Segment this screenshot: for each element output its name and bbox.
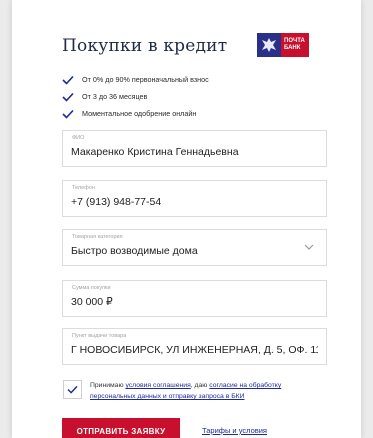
eagle-emblem-icon — [257, 33, 281, 57]
category-value[interactable]: Быстро возводимые дома — [71, 245, 318, 257]
benefit-item: От 3 до 36 месяцев — [62, 88, 209, 105]
consent-text: Принимаю условия соглашения, даю согласи… — [90, 380, 300, 402]
category-select[interactable]: Товарная категория Быстро возводимые дом… — [62, 229, 327, 266]
consent-block: Принимаю условия соглашения, даю согласи… — [63, 380, 300, 402]
phone-field[interactable]: Телефон +7 (913) 948-77-54 — [62, 180, 327, 217]
logo-wordmark: ПОЧТА БАНК — [281, 33, 309, 57]
benefits-list: От 0% до 90% первоначальный взнос От 3 д… — [62, 71, 209, 122]
checkmark-icon — [67, 385, 78, 394]
consent-checkbox[interactable] — [63, 380, 82, 399]
submit-application-button[interactable]: ОТПРАВИТЬ ЗАЯВКУ — [62, 418, 180, 438]
benefit-item: Моментальное одобрение онлайн — [62, 105, 209, 122]
logo-text-line2: БАНК — [284, 45, 301, 51]
category-label: Товарная категория — [72, 234, 123, 240]
consent-prefix: Принимаю — [90, 382, 126, 389]
fio-label: ФИО — [72, 135, 85, 141]
pickup-point-field[interactable]: Пункт выдачи товара Г НОВОСИБИРСК, УЛ ИН… — [62, 328, 327, 365]
credit-form-card: Покупки в кредит ПОЧТА БАНК От 0% до 90%… — [12, 0, 361, 438]
agreement-terms-link[interactable]: условия соглашения — [125, 382, 190, 389]
logo-text-line1: ПОЧТА — [284, 38, 305, 44]
chevron-down-icon[interactable] — [304, 244, 314, 251]
checkmark-icon — [62, 75, 74, 85]
pickup-label: Пункт выдачи товара — [72, 333, 127, 339]
benefit-text: От 0% до 90% первоначальный взнос — [82, 75, 209, 84]
amount-value[interactable]: 30 000 ₽ — [71, 296, 318, 308]
amount-field[interactable]: Сумма покупки 30 000 ₽ — [62, 280, 327, 317]
consent-middle: , даю — [190, 382, 210, 389]
pochta-bank-logo: ПОЧТА БАНК — [257, 32, 309, 58]
fio-value[interactable]: Макаренко Кристина Геннадьевна — [71, 146, 318, 158]
fio-field[interactable]: ФИО Макаренко Кристина Геннадьевна — [62, 130, 327, 167]
phone-label: Телефон — [72, 185, 95, 191]
tariffs-link[interactable]: Тарифы и условия — [202, 426, 267, 435]
checkmark-icon — [62, 109, 74, 119]
amount-label: Сумма покупки — [72, 285, 111, 291]
benefit-text: Моментальное одобрение онлайн — [82, 109, 197, 118]
benefit-item: От 0% до 90% первоначальный взнос — [62, 71, 209, 88]
benefit-text: От 3 до 36 месяцев — [82, 92, 148, 101]
form-header: Покупки в кредит ПОЧТА БАНК — [62, 32, 312, 62]
page-title: Покупки в кредит — [62, 36, 228, 56]
phone-value[interactable]: +7 (913) 948-77-54 — [71, 196, 318, 208]
checkmark-icon — [62, 92, 74, 102]
pickup-value[interactable]: Г НОВОСИБИРСК, УЛ ИНЖЕНЕРНАЯ, Д. 5, ОФ. … — [71, 344, 318, 356]
